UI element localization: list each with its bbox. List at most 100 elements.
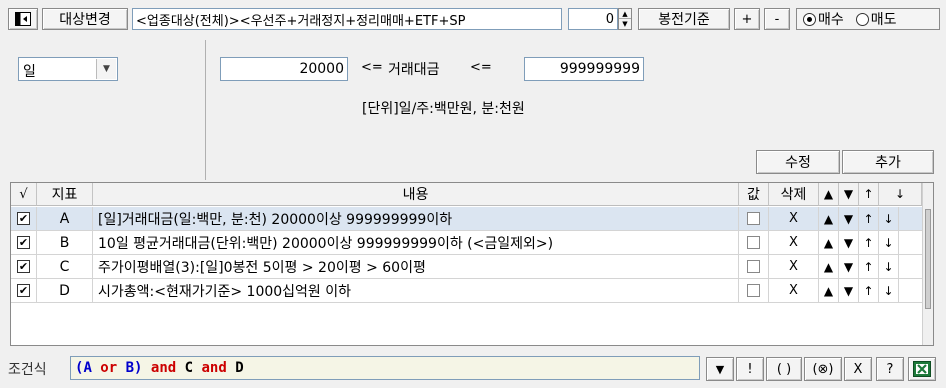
scrollbar-thumb[interactable] <box>925 209 931 309</box>
header-content: 내용 <box>93 183 739 206</box>
modify-button[interactable]: 수정 <box>756 150 840 174</box>
move-down-icon[interactable]: ▼ <box>839 207 859 230</box>
row-value-checkbox[interactable] <box>747 284 760 297</box>
plus-button[interactable]: + <box>734 8 760 30</box>
formula-bar: 조건식 (A or B) and C and D ▼ ! ( ) (⊗) X ? <box>0 352 946 388</box>
move-down-icon[interactable]: ▼ <box>839 255 859 278</box>
table-scrollbar[interactable] <box>922 183 933 345</box>
row-check-cell[interactable]: ✔ <box>11 207 37 230</box>
not-button[interactable]: ! <box>736 357 764 381</box>
xor-button[interactable]: (⊗) <box>804 357 842 381</box>
move-down-icon[interactable]: ▼ <box>839 279 859 302</box>
header-delete: 삭제 <box>769 183 819 206</box>
buy-sell-group: 매수 매도 <box>796 8 940 30</box>
row-id: B <box>37 231 93 254</box>
help-button[interactable]: ? <box>876 357 904 381</box>
row-value-cell[interactable] <box>739 255 769 278</box>
row-content[interactable]: 10일 평균거래대금(단위:백만) 20000이상 999999999이하 (<… <box>93 231 739 254</box>
formula-token: C <box>184 360 194 376</box>
row-checkbox[interactable]: ✔ <box>17 236 30 249</box>
row-delete-button[interactable]: X <box>769 255 819 278</box>
formula-expression[interactable]: (A or B) and C and D <box>70 356 700 380</box>
row-value-cell[interactable] <box>739 231 769 254</box>
row-value-checkbox[interactable] <box>747 236 760 249</box>
row-check-cell[interactable]: ✔ <box>11 255 37 278</box>
move-up-icon[interactable]: ▲ <box>819 231 839 254</box>
formula-dropdown-button[interactable]: ▼ <box>706 357 734 381</box>
paren-button[interactable]: ( ) <box>766 357 802 381</box>
row-check-cell[interactable]: ✔ <box>11 279 37 302</box>
row-checkbox[interactable]: ✔ <box>17 260 30 273</box>
period-select[interactable]: 일 ▼ <box>18 57 118 81</box>
move-top-icon[interactable]: ↑ <box>859 207 879 230</box>
move-bottom-icon[interactable]: ↓ <box>879 231 899 254</box>
header-move-top: ↑ <box>859 183 879 206</box>
move-bottom-icon[interactable]: ↓ <box>879 207 899 230</box>
move-bottom-icon[interactable]: ↓ <box>879 279 899 302</box>
header-indicator: 지표 <box>37 183 93 206</box>
row-id: C <box>37 255 93 278</box>
lte-operator-left: <= <box>361 60 383 75</box>
indicator-label: 거래대금 <box>388 62 440 78</box>
row-content[interactable]: [일]거래대금(일:백만, 분:천) 20000이상 999999999이하 <box>93 207 739 230</box>
max-value-input[interactable]: 999999999 <box>524 57 644 81</box>
row-delete-button[interactable]: X <box>769 207 819 230</box>
formula-label: 조건식 <box>8 362 47 378</box>
row-content[interactable]: 시가총액:<현재가기준> 1000십억원 이하 <box>93 279 739 302</box>
formula-token: and <box>193 360 236 376</box>
table-row[interactable]: ✔ D 시가총액:<현재가기준> 1000십억원 이하 X ▲ ▼ ↑ ↓ <box>11 279 922 303</box>
row-checkbox[interactable]: ✔ <box>17 284 30 297</box>
move-down-icon[interactable]: ▼ <box>839 231 859 254</box>
spinner-input[interactable]: 0 <box>568 8 618 30</box>
row-check-cell[interactable]: ✔ <box>11 231 37 254</box>
buy-radio[interactable]: 매수 <box>803 9 844 29</box>
formula-token: D <box>235 360 244 376</box>
sell-radio[interactable]: 매도 <box>855 9 897 29</box>
move-up-icon[interactable]: ▲ <box>819 255 839 278</box>
row-content[interactable]: 주가이평배열(3):[일]0봉전 5이평 > 20이평 > 60이평 <box>93 255 739 278</box>
spin-down-icon[interactable]: ▼ <box>619 19 631 29</box>
row-value-cell[interactable] <box>739 279 769 302</box>
spin-up-icon[interactable]: ▲ <box>619 9 631 19</box>
move-top-icon[interactable]: ↑ <box>859 255 879 278</box>
table-row[interactable]: ✔ C 주가이평배열(3):[일]0봉전 5이평 > 20이평 > 60이평 X… <box>11 255 922 279</box>
chevron-down-icon[interactable]: ▼ <box>96 59 116 79</box>
radio-selected-icon <box>803 12 816 26</box>
row-checkbox[interactable]: ✔ <box>17 212 30 225</box>
bong-basis-button[interactable]: 봉전기준 <box>638 8 730 30</box>
excel-export-icon[interactable] <box>908 357 936 381</box>
formula-token: and <box>142 360 185 376</box>
row-delete-button[interactable]: X <box>769 231 819 254</box>
row-value-checkbox[interactable] <box>747 212 760 225</box>
move-up-icon[interactable]: ▲ <box>819 279 839 302</box>
row-id: A <box>37 207 93 230</box>
row-value-checkbox[interactable] <box>747 260 760 273</box>
header-move-bottom: ↓ <box>879 183 922 206</box>
panel-toggle-icon[interactable] <box>8 8 38 30</box>
table-row[interactable]: ✔ B 10일 평균거래대금(단위:백만) 20000이상 999999999이… <box>11 231 922 255</box>
row-id: D <box>37 279 93 302</box>
table-row[interactable]: ✔ A [일]거래대금(일:백만, 분:천) 20000이상 999999999… <box>11 207 922 231</box>
formula-token: B <box>125 360 135 376</box>
toolbar: 대상변경 <업종대상(전체)><우선주+거래정지+정리매매+ETF+SP 0 ▲… <box>0 0 946 38</box>
row-value-cell[interactable] <box>739 207 769 230</box>
formula-token: ( <box>75 360 84 376</box>
formula-token: ) <box>134 360 143 376</box>
formula-token: A <box>83 360 92 376</box>
header-move-up: ▲ <box>819 183 839 206</box>
move-top-icon[interactable]: ↑ <box>859 279 879 302</box>
spinner-buttons[interactable]: ▲ ▼ <box>618 8 632 30</box>
add-button[interactable]: 추가 <box>842 150 934 174</box>
target-filter-field[interactable]: <업종대상(전체)><우선주+거래정지+정리매매+ETF+SP <box>132 8 562 30</box>
min-value-input[interactable]: 20000 <box>220 57 348 81</box>
move-up-icon[interactable]: ▲ <box>819 207 839 230</box>
row-delete-button[interactable]: X <box>769 279 819 302</box>
header-value: 값 <box>739 183 769 206</box>
move-bottom-icon[interactable]: ↓ <box>879 255 899 278</box>
target-change-button[interactable]: 대상변경 <box>42 8 128 30</box>
period-value: 일 <box>23 64 36 80</box>
unit-note: [단위]일/주:백만원, 분:천원 <box>362 101 525 117</box>
minus-button[interactable]: - <box>764 8 790 30</box>
move-top-icon[interactable]: ↑ <box>859 231 879 254</box>
x-button[interactable]: X <box>844 357 872 381</box>
